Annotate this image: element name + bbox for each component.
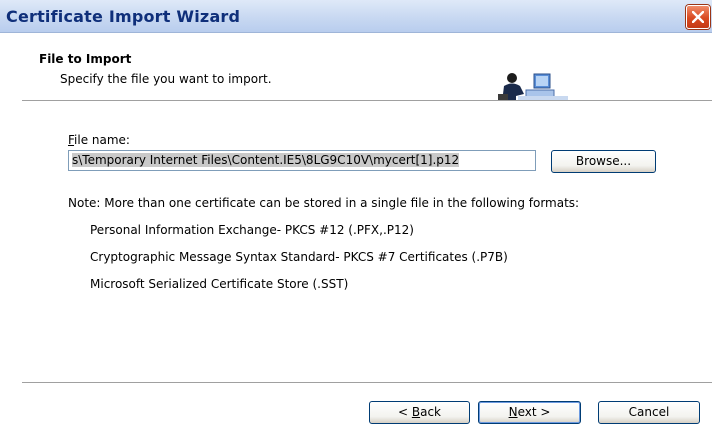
back-button[interactable]: < Back [369,401,470,424]
browse-button[interactable]: Browse... [551,150,656,173]
format-item-sst: Microsoft Serialized Certificate Store (… [90,277,349,291]
next-button[interactable]: Next > [478,401,581,424]
page-subtitle: Specify the file you want to import. [60,72,272,86]
format-item-pfx: Personal Information Exchange- PKCS #12 … [90,223,414,237]
footer-separator [22,382,712,384]
cancel-button[interactable]: Cancel [598,401,700,424]
file-name-input[interactable]: s\Temporary Internet Files\Content.IE5\8… [68,150,536,171]
wizard-header: File to Import Specify the file you want… [0,33,712,103]
formats-note: Note: More than one certificate can be s… [68,196,580,210]
file-name-label: File name: [68,133,130,147]
user-at-computer-icon [498,73,568,102]
format-item-p7b: Cryptographic Message Syntax Standard- P… [90,250,508,264]
close-icon [692,11,704,23]
close-button[interactable] [686,5,710,29]
window-title: Certificate Import Wizard [6,7,241,26]
page-title: File to Import [39,52,132,66]
header-separator [22,100,712,102]
title-bar[interactable]: Certificate Import Wizard [0,0,712,33]
